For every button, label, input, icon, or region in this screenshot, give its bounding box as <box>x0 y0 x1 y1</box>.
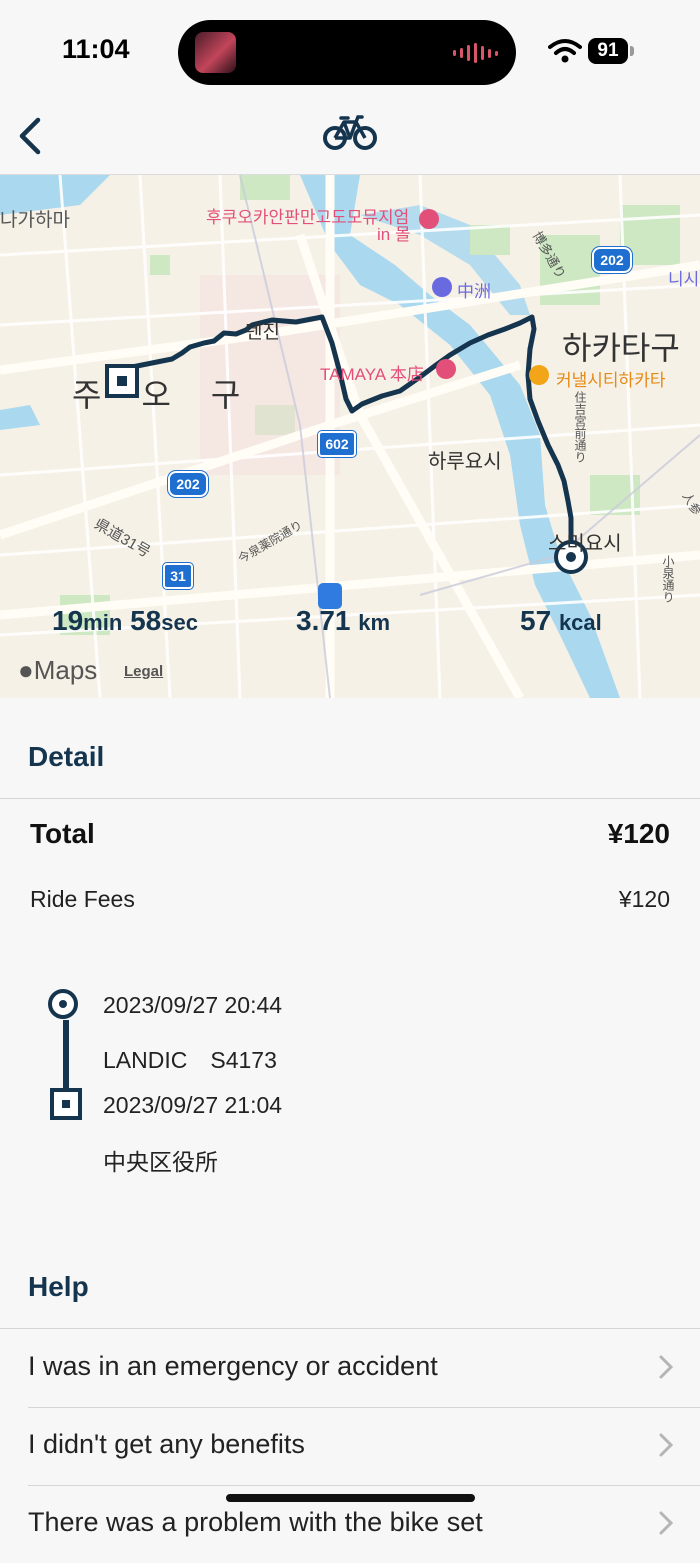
chevron-right-icon <box>659 1511 674 1535</box>
map-label-tenjin: 덴진 <box>245 322 280 343</box>
legal-link[interactable]: Legal <box>124 663 163 680</box>
nav-bar <box>0 100 700 175</box>
chevron-left-icon[interactable] <box>12 114 52 158</box>
detail-title: Detail <box>28 741 105 772</box>
help-title: Help <box>28 1271 89 1302</box>
trip-end-icon <box>50 1088 82 1120</box>
trip-connector-line <box>63 1020 69 1094</box>
duration-min: 19 <box>52 605 84 636</box>
map-label-nakasu[interactable]: 中洲 <box>457 277 491 302</box>
trip-start-icon <box>48 989 78 1019</box>
stat-calories: 57 kcal <box>520 605 602 637</box>
map-label-chuo-ku: 주오구 <box>72 377 281 413</box>
route-shield-31: 31 <box>163 563 193 589</box>
map-label-sumiyoshi: 스미요시 <box>548 533 622 555</box>
ride-fees-value: ¥120 <box>618 886 670 912</box>
apple-maps-logo: ●Maps <box>18 655 97 686</box>
route-shield-202-b: 202 <box>168 471 208 497</box>
route-shield-602: 602 <box>318 431 356 457</box>
duration-sec-unit: sec <box>161 610 198 635</box>
now-playing-artwork <box>195 32 236 73</box>
distance-value: 3.71 <box>296 605 351 636</box>
trip-bike-id: LANDIC S4173 <box>103 1047 277 1073</box>
battery-indicator: 91 <box>588 38 628 64</box>
help-item-label: I was in an emergency or accident <box>28 1351 438 1381</box>
map-label-hakata-ku: 하카타구 <box>562 330 680 366</box>
distance-unit: km <box>358 610 391 635</box>
duration-sec: 58 <box>130 605 162 636</box>
home-indicator[interactable] <box>226 1494 475 1502</box>
bicycle-icon <box>323 115 377 150</box>
map-label-nishi: 니시 <box>668 270 700 289</box>
help-item-benefits[interactable]: I didn't get any benefits <box>28 1407 700 1486</box>
map-label-canal-city[interactable]: 커낼시티하카타 <box>556 366 665 391</box>
calories-value: 57 <box>520 605 552 636</box>
chevron-right-icon <box>659 1355 674 1379</box>
wifi-icon <box>548 39 582 63</box>
total-value: ¥120 <box>607 818 670 849</box>
map-label-in-mall[interactable]: in 몰 <box>377 220 411 245</box>
stat-duration: 19min 58sec <box>52 605 198 637</box>
trip-start-time: 2023/09/27 20:44 <box>103 992 283 1018</box>
trip-end-time: 2023/09/27 21:04 <box>103 1092 283 1118</box>
map-label-nakagahama: 나가하마 <box>0 210 70 231</box>
map-label-right-edge-2: 小泉通り <box>661 555 675 603</box>
map-label-sumiyoshi-street: 住吉宮前通り <box>573 391 587 463</box>
total-label: Total <box>30 818 95 849</box>
chevron-right-icon <box>659 1433 674 1457</box>
help-item-emergency[interactable]: I was in an emergency or accident <box>28 1329 700 1408</box>
map-label-tamaya[interactable]: TAMAYA 本店 <box>320 360 424 385</box>
route-shield-202-a: 202 <box>592 247 632 273</box>
calories-unit: kcal <box>558 610 602 635</box>
apple-logo-icon: ● <box>18 655 34 685</box>
dynamic-island[interactable] <box>178 20 516 85</box>
trip-end-location: 中央区役所 <box>103 1149 218 1175</box>
ride-fees-label: Ride Fees <box>30 886 135 912</box>
audio-waveform-icon <box>453 43 498 63</box>
duration-min-unit: min <box>83 610 123 635</box>
map-label-haruyoshi: 하루요시 <box>428 451 502 473</box>
stat-distance: 3.71 km <box>296 605 390 637</box>
divider <box>0 798 700 799</box>
status-time: 11:04 <box>62 34 130 64</box>
help-item-label: There was a problem with the bike set <box>28 1507 483 1537</box>
maps-label: Maps <box>33 655 98 685</box>
route-map[interactable]: 나가하마 후쿠오카안판만고도모뮤지엄 in 몰 中洲 博多通り 하카타구 덴진 … <box>0 175 700 698</box>
help-item-label: I didn't get any benefits <box>28 1429 305 1459</box>
battery-tip <box>630 46 634 56</box>
status-bar: 11:04 91 <box>0 0 700 100</box>
